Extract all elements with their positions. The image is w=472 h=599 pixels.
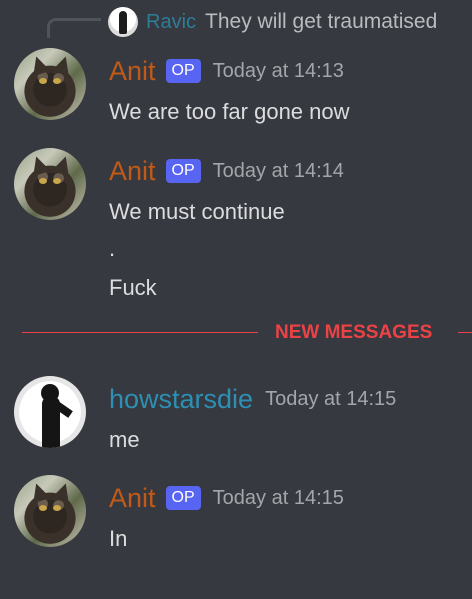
avatar[interactable]: [14, 475, 86, 547]
message-content: In: [109, 526, 128, 551]
cat-ear-icon: [51, 53, 75, 77]
op-badge: OP: [165, 159, 201, 183]
message-header: howstarsdie Today at 14:15: [109, 384, 396, 414]
message-content: me: [109, 427, 140, 452]
cat-ear-icon: [51, 153, 75, 177]
message-header: Anit OP Today at 14:14: [109, 156, 344, 186]
avatar[interactable]: [14, 376, 86, 448]
reply-message-text[interactable]: They will get traumatised: [205, 10, 437, 34]
message-content: .: [109, 236, 116, 261]
divider-line: [458, 332, 472, 333]
cat-eye-icon: [39, 178, 47, 184]
cat-eye-icon: [39, 78, 47, 84]
message-timestamp[interactable]: Today at 14:15: [265, 388, 396, 411]
cat-ear-icon: [27, 53, 51, 77]
new-messages-divider: NEW MESSAGES: [22, 320, 472, 348]
avatar[interactable]: [14, 148, 86, 220]
op-badge: OP: [165, 59, 201, 83]
author-name[interactable]: howstarsdie: [109, 384, 253, 414]
author-name[interactable]: Anit: [109, 156, 156, 186]
message-content: We must continue: [109, 199, 285, 224]
message-header: Anit OP Today at 14:13: [109, 56, 344, 86]
cat-ear-icon: [27, 480, 51, 504]
message-content: Fuck: [109, 275, 157, 300]
cat-eye-icon: [53, 78, 61, 84]
message-header: Anit OP Today at 14:15: [109, 483, 344, 513]
message-timestamp[interactable]: Today at 14:14: [213, 160, 344, 183]
message-timestamp[interactable]: Today at 14:15: [213, 487, 344, 510]
chat-window: Ravic They will get traumatised Anit OP …: [0, 0, 472, 599]
reply-author-name[interactable]: Ravic: [146, 11, 196, 34]
reply-preview[interactable]: Ravic They will get traumatised: [108, 7, 437, 37]
cat-eye-icon: [53, 505, 61, 511]
author-name[interactable]: Anit: [109, 56, 156, 86]
reply-avatar-icon[interactable]: [108, 7, 138, 37]
op-badge: OP: [165, 486, 201, 510]
avatar[interactable]: [14, 48, 86, 120]
cat-eye-icon: [53, 178, 61, 184]
cat-eye-icon: [39, 505, 47, 511]
message-content: We are too far gone now: [109, 99, 350, 124]
divider-line: [22, 332, 258, 333]
reply-avatar-figure: [119, 11, 127, 34]
cat-ear-icon: [51, 480, 75, 504]
message-timestamp[interactable]: Today at 14:13: [213, 60, 344, 83]
new-messages-label: NEW MESSAGES: [275, 322, 433, 343]
author-name[interactable]: Anit: [109, 483, 156, 513]
cat-ear-icon: [27, 153, 51, 177]
reply-connector-line: [47, 18, 101, 38]
